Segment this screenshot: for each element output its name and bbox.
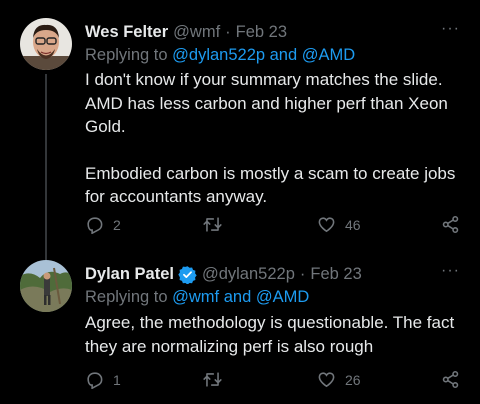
avatar-wes-felter[interactable] — [20, 18, 72, 70]
retweet-button[interactable] — [203, 370, 231, 389]
tweet-date[interactable]: Feb 23 — [236, 23, 287, 42]
like-button[interactable]: 46 — [317, 215, 361, 234]
replying-to-mentions[interactable]: @dylan522p and @AMD — [172, 46, 355, 64]
tweet-dylan-patel[interactable]: Dylan Patel @dylan522p · Feb 23 ··· Repl… — [0, 250, 480, 404]
share-button[interactable] — [441, 370, 460, 389]
replying-to: Replying to @wmf and @AMD — [85, 288, 464, 307]
retweet-icon — [203, 372, 222, 387]
tweet-wes-felter[interactable]: Wes Felter @wmf · Feb 23 ··· Replying to… — [0, 0, 480, 250]
reply-count: 1 — [113, 371, 121, 388]
tweet-header: Wes Felter @wmf · Feb 23 ··· — [85, 20, 460, 44]
like-count: 26 — [345, 371, 361, 388]
tweet-actions: 2 46 — [85, 215, 460, 239]
share-icon — [442, 215, 459, 234]
like-count: 46 — [345, 216, 361, 233]
reply-button[interactable]: 2 — [85, 215, 121, 234]
author-handle[interactable]: @wmf — [173, 23, 220, 42]
replying-to-prefix: Replying to — [85, 46, 173, 64]
reply-count: 2 — [113, 216, 121, 233]
author-name[interactable]: Wes Felter — [85, 23, 168, 42]
author-name[interactable]: Dylan Patel — [85, 265, 174, 284]
tweet-text: I don't know if your summary matches the… — [85, 68, 462, 209]
reply-button[interactable]: 1 — [85, 370, 121, 389]
tweet-paragraph: Embodied carbon is mostly a scam to crea… — [85, 163, 456, 207]
retweet-icon — [203, 217, 222, 232]
like-button[interactable]: 26 — [317, 370, 361, 389]
tweet-actions: 1 26 — [85, 370, 460, 394]
like-icon — [318, 217, 335, 233]
reply-icon — [87, 372, 103, 389]
verified-badge-icon — [178, 265, 197, 284]
separator-dot: · — [299, 264, 306, 283]
like-icon — [318, 372, 335, 388]
replying-to-mentions[interactable]: @wmf and @AMD — [172, 288, 309, 306]
tweet-paragraph: Agree, the methodology is questionable. … — [85, 313, 455, 356]
replying-to-prefix: Replying to — [85, 288, 173, 306]
more-icon[interactable]: ··· — [441, 262, 460, 280]
tweet-date[interactable]: Feb 23 — [310, 265, 361, 284]
author-handle[interactable]: @dylan522p — [202, 265, 295, 284]
retweet-button[interactable] — [203, 215, 231, 234]
tweet-paragraph: I don't know if your summary matches the… — [85, 70, 448, 136]
tweet-text: Agree, the methodology is questionable. … — [85, 311, 462, 358]
share-button[interactable] — [441, 215, 460, 234]
tweet-header: Dylan Patel @dylan522p · Feb 23 ··· — [85, 262, 460, 286]
more-icon[interactable]: ··· — [441, 20, 460, 38]
separator-dot: · — [225, 22, 231, 41]
replying-to: Replying to @dylan522p and @AMD — [85, 46, 464, 65]
avatar-dylan-patel[interactable] — [20, 260, 72, 312]
share-icon — [442, 370, 459, 389]
reply-icon — [87, 217, 103, 234]
